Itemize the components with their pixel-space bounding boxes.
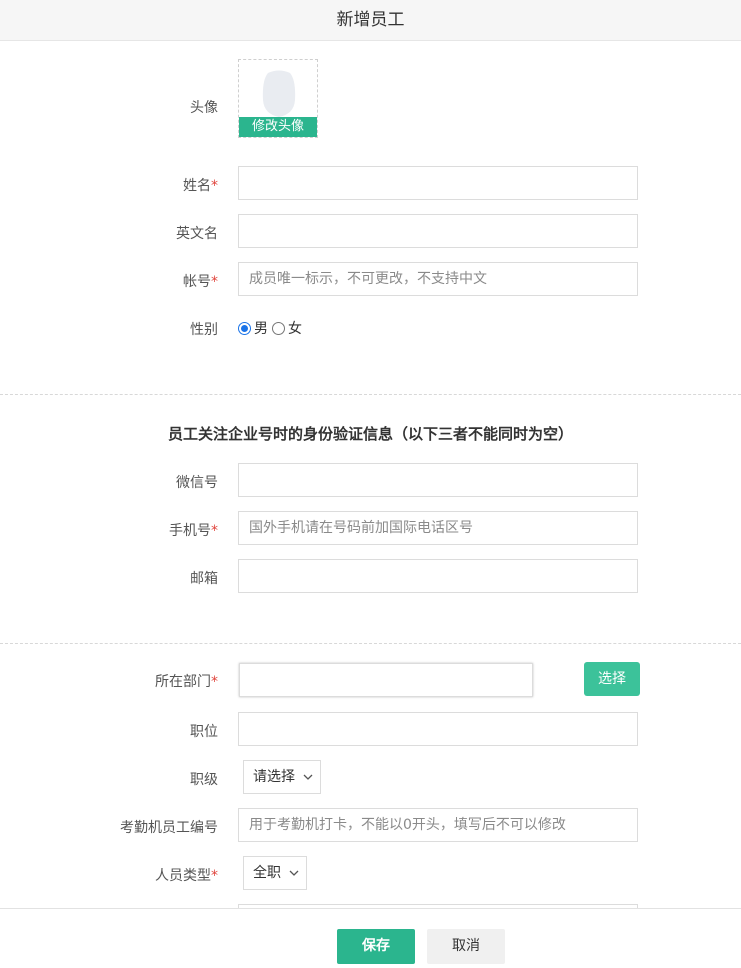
chevron-down-icon (303, 774, 313, 780)
english-name-label: 英文名 (176, 226, 218, 242)
change-avatar-button[interactable]: 修改头像 (239, 117, 317, 137)
save-button[interactable]: 保存 (337, 929, 415, 964)
dialog-footer: 保存 取消 (0, 908, 741, 968)
staff-type-label: 人员类型* (155, 868, 218, 884)
gender-radio-female[interactable] (272, 321, 285, 335)
wechat-input[interactable] (238, 463, 638, 497)
attendance-id-input[interactable] (238, 808, 638, 842)
staff-type-select-value: 全职 (253, 865, 281, 881)
verify-section-title: 员工关注企业号时的身份验证信息（以下三者不能同时为空） (167, 425, 573, 443)
account-input[interactable] (238, 262, 638, 296)
dialog-title: 新增员工 (0, 0, 741, 41)
avatar-upload[interactable]: 修改头像 (238, 59, 318, 138)
avatar-label: 头像 (190, 100, 218, 116)
gender-radio-group: 男 女 (238, 318, 306, 338)
select-department-button[interactable]: 选择 (584, 662, 640, 696)
attendance-id-label: 考勤机员工编号 (120, 820, 218, 836)
level-label: 职级 (190, 772, 218, 788)
department-input[interactable] (239, 663, 533, 697)
account-label: 帐号* (183, 274, 218, 290)
gender-radio-male[interactable] (238, 321, 251, 335)
chevron-down-icon (289, 870, 299, 876)
gender-option-male-label: 男 (254, 321, 268, 337)
section-divider (0, 643, 741, 644)
level-select[interactable]: 请选择 (243, 760, 321, 794)
name-input[interactable] (238, 166, 638, 200)
cancel-button[interactable]: 取消 (427, 929, 505, 964)
wechat-label: 微信号 (176, 475, 218, 491)
department-label: 所在部门* (155, 674, 218, 690)
mobile-label: 手机号* (169, 523, 218, 539)
section-divider (0, 394, 741, 395)
name-label: 姓名* (183, 178, 218, 194)
gender-option-female-label: 女 (288, 321, 302, 337)
position-input[interactable] (238, 712, 638, 746)
gender-label: 性别 (190, 322, 218, 338)
staff-type-select[interactable]: 全职 (243, 856, 307, 890)
email-label: 邮箱 (190, 571, 218, 587)
default-avatar-icon (262, 70, 296, 117)
position-label: 职位 (190, 724, 218, 740)
mobile-input[interactable] (238, 511, 638, 545)
english-name-input[interactable] (238, 214, 638, 248)
email-input[interactable] (238, 559, 638, 593)
level-select-value: 请选择 (253, 769, 295, 785)
